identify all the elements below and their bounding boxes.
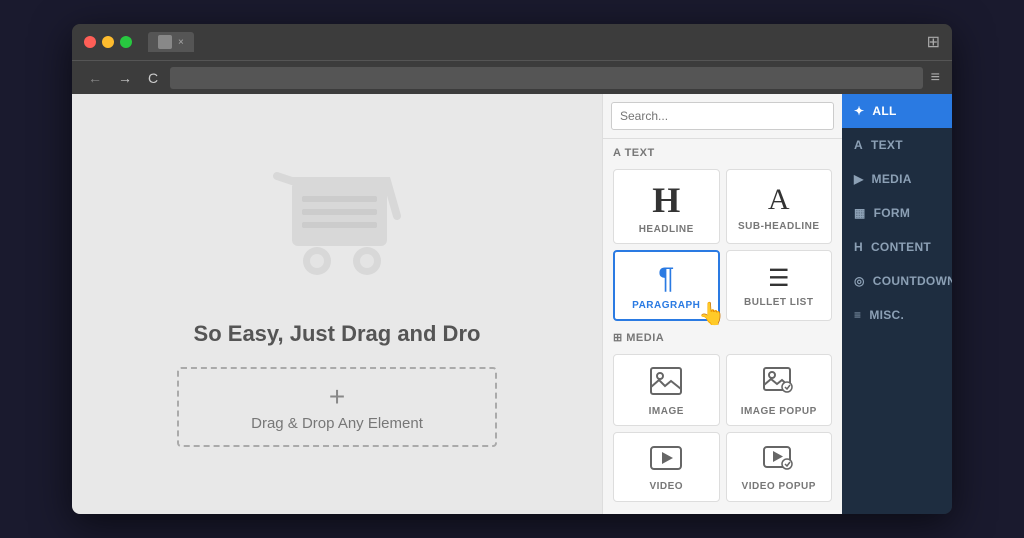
content-icon: H [854,240,863,254]
back-button[interactable]: ← [84,68,106,88]
sidebar-item-media-label: MEDIA [872,172,912,186]
address-bar: ← → C ≡ [72,60,952,94]
sidebar-item-content[interactable]: H CONTENT [842,230,952,264]
text-section-label: A TEXT [603,139,842,163]
minimize-button[interactable] [102,36,114,48]
image-icon [650,367,682,400]
sidebar-item-text[interactable]: A TEXT [842,128,952,162]
drop-zone-plus-icon: + [329,383,345,411]
image-label: IMAGE [649,406,684,417]
sidebar-item-content-label: CONTENT [871,240,931,254]
paragraph-label: PARAGRAPH [632,300,700,311]
sub-headline-icon: A [768,185,790,215]
video-label: VIDEO [649,481,683,492]
sub-headline-label: SUB-HEADLINE [738,221,820,232]
cursor-icon: 👆 [698,301,725,327]
image-popup-icon [763,367,795,400]
panel-search-area [603,94,842,139]
video-icon [650,446,682,475]
url-bar[interactable] [170,67,923,89]
title-bar: × ⊞ [72,24,952,60]
cart-svg [257,161,417,301]
sidebar-item-form-label: FORM [874,206,911,220]
canvas-area: So Easy, Just Drag and Dro + Drag & Drop… [72,94,602,514]
tab-close-icon[interactable]: × [178,37,184,48]
bullet-list-label: BULLET LIST [744,297,813,308]
sidebar-item-form[interactable]: ▦ FORM [842,196,952,230]
text-elements-grid: H HEADLINE A SUB-HEADLINE ¶ PARAGRAPH 👆 [603,163,842,327]
image-popup-label: IMAGE POPUP [741,406,817,417]
tab-area: × [148,32,194,52]
sidebar-item-all[interactable]: ✦ ALL [842,94,952,128]
right-sidebar: ✦ ALL A TEXT ▶ MEDIA ▦ FORM H CONTENT [842,94,952,514]
close-button[interactable] [84,36,96,48]
all-icon: ✦ [854,104,864,118]
headline-element[interactable]: H HEADLINE [613,169,720,244]
panel-scroll-area: A TEXT H HEADLINE A SUB-HEADLINE ¶ [603,139,842,514]
bullet-list-icon: ☰ [768,267,790,291]
text-icon: A [854,138,863,152]
bullet-list-element[interactable]: ☰ BULLET LIST [726,250,833,321]
browser-window: × ⊞ ← → C ≡ [72,24,952,514]
sub-headline-element[interactable]: A SUB-HEADLINE [726,169,833,244]
video-element[interactable]: VIDEO [613,432,720,502]
media-section-label: ⊞ MEDIA [603,327,842,348]
media-elements-grid: IMAGE IMAGE PO [603,348,842,508]
headline-label: HEADLINE [639,224,694,235]
image-popup-element[interactable]: IMAGE POPUP [726,354,833,426]
refresh-button[interactable]: C [144,68,162,88]
tab-favicon [158,35,172,49]
sidebar-item-countdown-label: COUNTDOWN [873,274,952,288]
paragraph-icon: ¶ [658,264,674,294]
cart-illustration [257,161,417,301]
headline-icon: H [652,182,680,218]
main-area: So Easy, Just Drag and Dro + Drag & Drop… [72,94,952,514]
sidebar-item-misc-label: MISC. [869,308,904,322]
video-popup-label: VIDEO POPUP [742,481,816,492]
element-search-input[interactable] [611,102,834,130]
video-popup-icon [763,446,795,475]
sidebar-item-countdown[interactable]: ◎ COUNTDOWN [842,264,952,298]
misc-icon: ≡ [854,308,861,322]
drop-zone-label: Drag & Drop Any Element [251,415,423,432]
maximize-button[interactable] [120,36,132,48]
sidebar-item-misc[interactable]: ≡ MISC. [842,298,952,332]
sidebar-item-all-label: ALL [872,104,896,118]
form-icon: ▦ [854,206,866,220]
media-icon: ▶ [854,172,864,186]
sidebar-item-text-label: TEXT [871,138,903,152]
paragraph-element[interactable]: ¶ PARAGRAPH 👆 [613,250,720,321]
countdown-icon: ◎ [854,274,865,288]
window-menu-icon[interactable]: ⊞ [927,32,940,52]
browser-tab[interactable]: × [148,32,194,52]
image-element[interactable]: IMAGE [613,354,720,426]
sidebar-item-media[interactable]: ▶ MEDIA [842,162,952,196]
browser-menu-icon[interactable]: ≡ [931,69,940,87]
forward-button[interactable]: → [114,68,136,88]
traffic-lights [84,36,132,48]
element-panel: A TEXT H HEADLINE A SUB-HEADLINE ¶ [602,94,842,514]
canvas-headline: So Easy, Just Drag and Dro [194,321,481,347]
drop-zone[interactable]: + Drag & Drop Any Element [177,367,497,447]
video-popup-element[interactable]: VIDEO POPUP [726,432,833,502]
